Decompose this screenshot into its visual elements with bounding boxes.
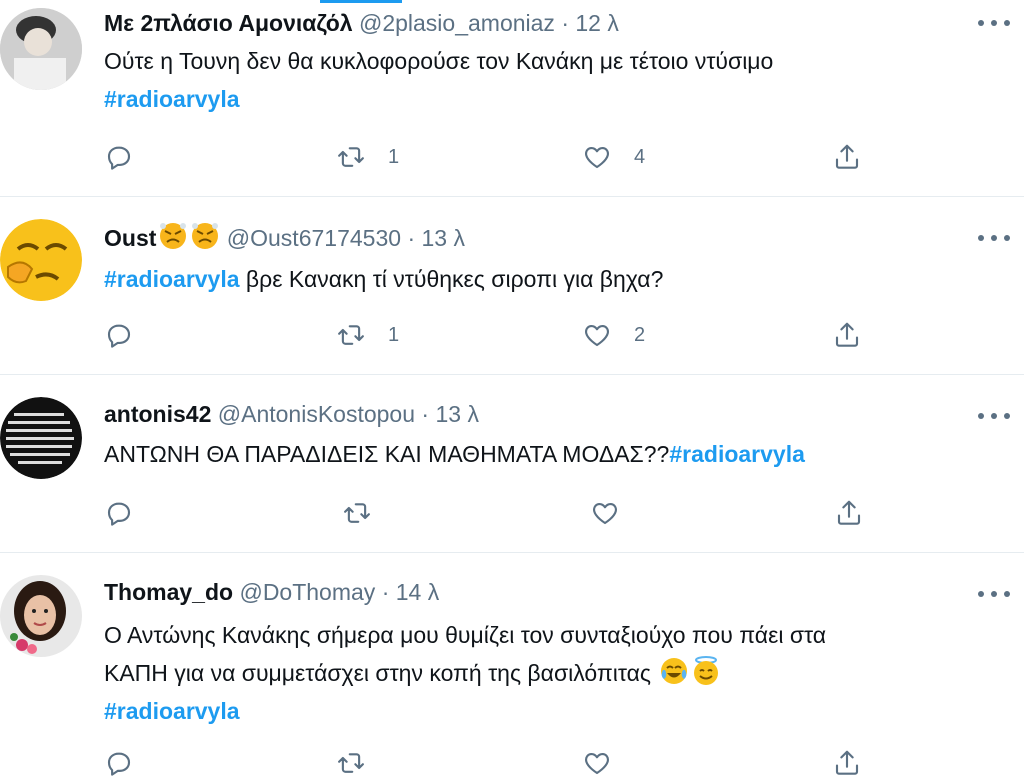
reply-icon bbox=[107, 324, 131, 348]
avatar[interactable] bbox=[0, 397, 82, 479]
avatar[interactable] bbox=[0, 575, 82, 657]
more-icon[interactable] bbox=[978, 411, 1010, 421]
retweet-icon bbox=[338, 753, 364, 773]
reply-button[interactable] bbox=[104, 315, 134, 355]
share-icon bbox=[835, 144, 859, 169]
user-handle[interactable]: @AntonisKostopou bbox=[218, 401, 415, 427]
tweet-text-line: βρε Κανακη τί ντύθηκες σιροπι για βηχα? bbox=[239, 266, 664, 292]
retweet-button[interactable]: 1 bbox=[336, 137, 399, 177]
tweet-text-line: Ο Αντώνης Κανάκης σήμερα μου θυμίζει τον… bbox=[104, 622, 827, 648]
retweet-count: 1 bbox=[388, 323, 400, 346]
separator-dot: · bbox=[407, 225, 416, 251]
avatar[interactable] bbox=[0, 8, 82, 90]
share-button[interactable] bbox=[834, 493, 864, 533]
separator-dot: · bbox=[381, 579, 390, 605]
like-icon bbox=[593, 502, 617, 525]
like-count: 4 bbox=[634, 145, 646, 168]
user-handle[interactable]: @DoThomay bbox=[239, 579, 375, 605]
separator-dot: · bbox=[421, 401, 430, 427]
hashtag-link[interactable]: #radioarvyla bbox=[669, 441, 805, 467]
display-name[interactable]: Thomay_do bbox=[104, 579, 233, 605]
reply-icon bbox=[107, 502, 131, 526]
tweet-actions: 1 2 bbox=[104, 315, 884, 355]
like-button[interactable]: 2 bbox=[582, 315, 645, 355]
tweet-text: #radioarvyla βρε Κανακη τί ντύθηκες σιρο… bbox=[104, 260, 984, 298]
like-count: 2 bbox=[634, 323, 646, 346]
timestamp[interactable]: 13 λ bbox=[435, 401, 478, 427]
reply-button[interactable] bbox=[104, 743, 134, 783]
tweet-header: Oust @Oust67174530 · 13 λ bbox=[104, 221, 465, 253]
retweet-count: 1 bbox=[388, 145, 400, 168]
tweet-1[interactable]: Με 2πλάσιο Αμονιαζόλ @2plasio_amoniaz · … bbox=[0, 0, 1024, 196]
tweet-text-line: ΚΑΠΗ για να συμμετάσχει στην κοπή της βα… bbox=[104, 660, 652, 686]
hashtag-link[interactable]: #radioarvyla bbox=[104, 86, 240, 112]
like-button[interactable] bbox=[582, 743, 612, 783]
more-icon[interactable] bbox=[978, 589, 1010, 599]
timestamp[interactable]: 12 λ bbox=[575, 10, 618, 36]
display-name[interactable]: Oust bbox=[104, 225, 156, 251]
tears-of-joy-emoji-icon bbox=[661, 658, 688, 684]
display-name[interactable]: Με 2πλάσιο Αμονιαζόλ bbox=[104, 10, 353, 36]
display-name[interactable]: antonis42 bbox=[104, 401, 211, 427]
tweet-actions: 1 4 bbox=[104, 137, 884, 177]
reply-button[interactable] bbox=[104, 493, 134, 533]
tweet-header: Με 2πλάσιο Αμονιαζόλ @2plasio_amoniaz · … bbox=[104, 8, 619, 38]
timestamp[interactable]: 14 λ bbox=[396, 579, 439, 605]
hashtag-link[interactable]: #radioarvyla bbox=[104, 698, 240, 724]
share-icon bbox=[835, 322, 859, 347]
more-icon[interactable] bbox=[978, 18, 1010, 28]
reply-button[interactable] bbox=[104, 137, 134, 177]
separator-dot: · bbox=[561, 10, 569, 36]
smiling-halo-emoji-icon bbox=[694, 656, 719, 685]
timestamp[interactable]: 13 λ bbox=[422, 225, 465, 251]
tweet-actions bbox=[104, 493, 884, 533]
retweet-button[interactable] bbox=[342, 493, 372, 533]
angry-face-emoji-icon bbox=[192, 223, 219, 249]
share-icon bbox=[837, 500, 861, 525]
tweet-text: Ούτε η Τουνη δεν θα κυκλοφορούσε τον Καν… bbox=[104, 42, 984, 118]
more-icon[interactable] bbox=[978, 233, 1010, 243]
tweet-text: Ο Αντώνης Κανάκης σήμερα μου θυμίζει τον… bbox=[104, 616, 984, 730]
tweet-actions bbox=[104, 743, 884, 783]
tweet-text-line: Ούτε η Τουνη δεν θα κυκλοφορούσε τον Καν… bbox=[104, 48, 774, 74]
retweet-button[interactable] bbox=[336, 743, 366, 783]
like-button[interactable] bbox=[590, 493, 620, 533]
tweet-header: Thomay_do @DoThomay · 14 λ bbox=[104, 577, 439, 607]
share-button[interactable] bbox=[832, 137, 862, 177]
tweet-3[interactable]: antonis42 @AntonisKostopou · 13 λ ΑΝΤΩΝΗ… bbox=[0, 375, 1024, 551]
reply-icon bbox=[107, 752, 131, 776]
like-icon bbox=[585, 324, 609, 347]
tweet-2[interactable]: Oust @Oust67174530 · 13 λ #radioarvyla β… bbox=[0, 197, 1024, 373]
retweet-icon bbox=[344, 503, 370, 523]
user-handle[interactable]: @Oust67174530 bbox=[227, 225, 401, 251]
like-icon bbox=[585, 146, 609, 169]
tweet-text-line: ΑΝΤΩΝΗ ΘΑ ΠΑΡΑΔΙΔΕΙΣ ΚΑΙ ΜΑΘΗΜΑΤΑ ΜΟΔΑΣ?… bbox=[104, 441, 670, 467]
avatar[interactable] bbox=[0, 219, 82, 301]
angry-face-emoji-icon bbox=[160, 223, 187, 249]
share-icon bbox=[835, 750, 859, 775]
tweet-text: ΑΝΤΩΝΗ ΘΑ ΠΑΡΑΔΙΔΕΙΣ ΚΑΙ ΜΑΘΗΜΑΤΑ ΜΟΔΑΣ?… bbox=[104, 435, 984, 473]
hashtag-link[interactable]: #radioarvyla bbox=[104, 266, 240, 292]
like-icon bbox=[585, 752, 609, 775]
user-handle[interactable]: @2plasio_amoniaz bbox=[359, 10, 555, 36]
share-button[interactable] bbox=[832, 315, 862, 355]
share-button[interactable] bbox=[832, 743, 862, 783]
tweet-header: antonis42 @AntonisKostopou · 13 λ bbox=[104, 399, 479, 429]
retweet-icon bbox=[338, 325, 364, 345]
retweet-icon bbox=[338, 147, 364, 167]
reply-icon bbox=[107, 146, 131, 170]
like-button[interactable]: 4 bbox=[582, 137, 645, 177]
retweet-button[interactable]: 1 bbox=[336, 315, 399, 355]
tweet-4[interactable]: Thomay_do @DoThomay · 14 λ Ο Αντώνης Καν… bbox=[0, 553, 1024, 776]
